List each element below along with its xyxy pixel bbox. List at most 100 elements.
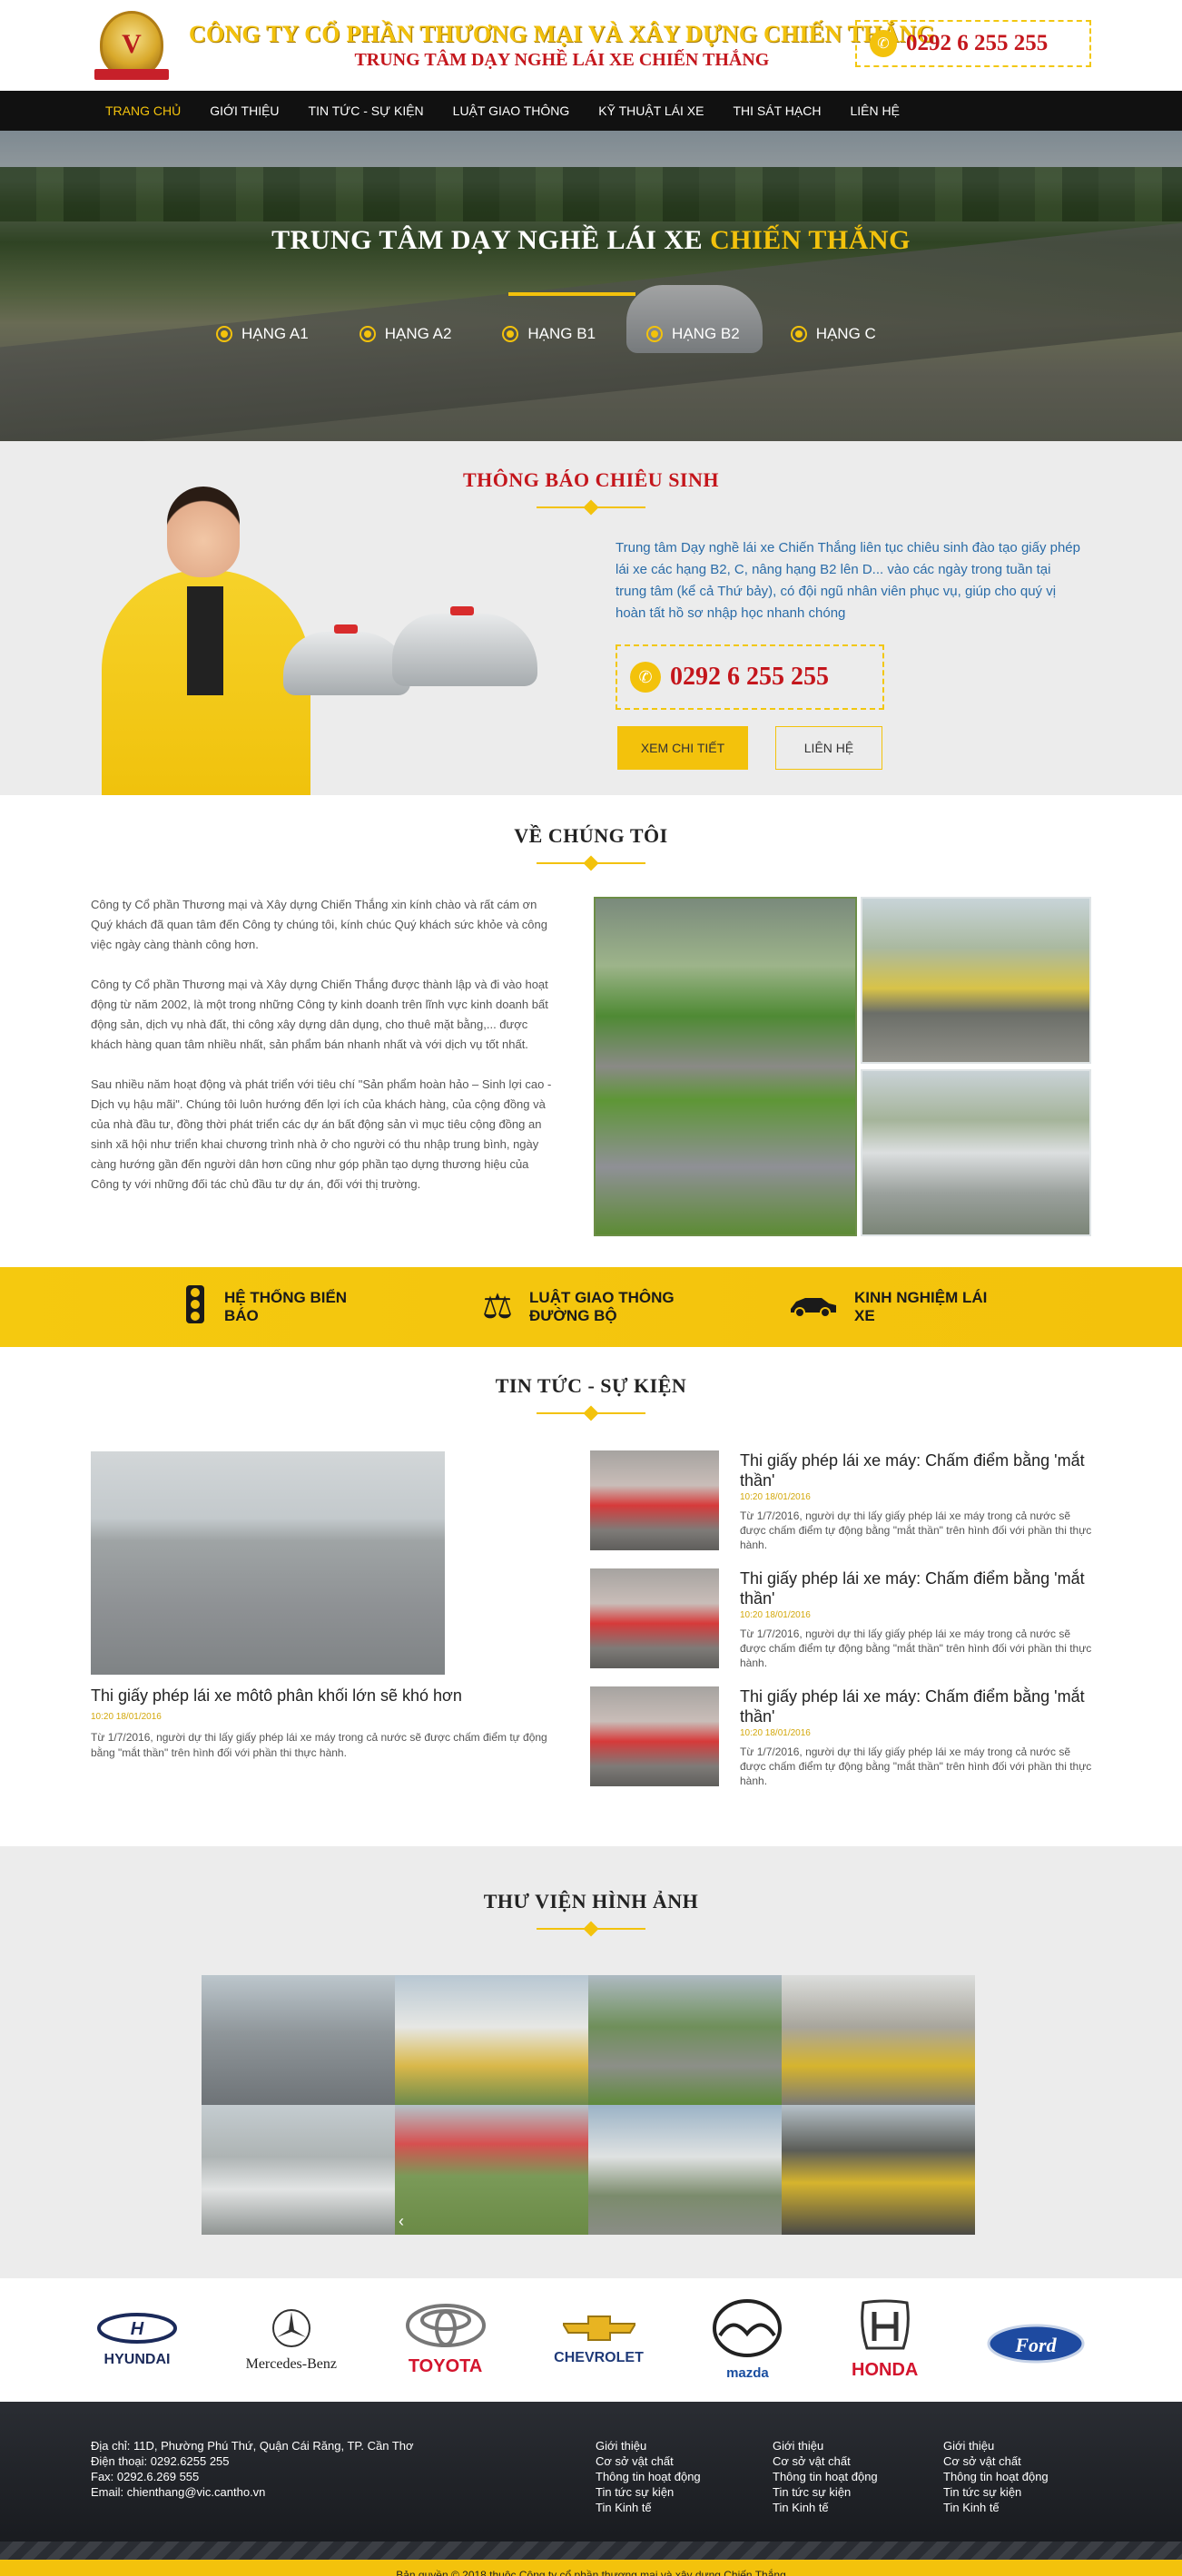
footer-link[interactable]: Thông tin hoạt động [596, 2469, 701, 2484]
nav-item-home[interactable]: TRANG CHỦ [91, 103, 195, 118]
gallery-photo[interactable] [782, 2105, 975, 2235]
section-divider [537, 1922, 645, 1935]
fleet-photo[interactable] [861, 1069, 1091, 1236]
main-nav: TRANG CHỦ GIỚI THIỆU TIN TỨC - SỰ KIỆN L… [0, 91, 1182, 131]
footer-link[interactable]: Tin Kinh tế [773, 2500, 878, 2515]
gallery-grid: ‹ [202, 1975, 975, 2235]
contact-button[interactable]: LIÊN HỆ [775, 726, 882, 770]
feature-driving-experience[interactable]: KINH NGHIỆM LÁI XE [787, 1289, 1000, 1325]
gallery-photo[interactable] [395, 1975, 588, 2105]
category-a2[interactable]: HẠNG A2 [359, 325, 451, 343]
footer-link[interactable]: Cơ sở vật chất [773, 2453, 878, 2469]
footer-link[interactable]: Tin Kinh tế [596, 2500, 701, 2515]
about-paragraph: Công ty Cổ phần Thương mại và Xây dựng C… [91, 898, 548, 951]
category-a1[interactable]: HẠNG A1 [216, 325, 309, 343]
hero-overlay [0, 131, 1182, 441]
copyright: Bản quyền © 2018 thuộc Công ty cổ phần t… [0, 2560, 1182, 2576]
feature-traffic-law[interactable]: ⚖ LUẬT GIAO THÔNG ĐƯỜNG BỘ [482, 1289, 675, 1325]
brand-mercedes[interactable]: Mercedes-Benz [246, 2308, 337, 2373]
news-section: TIN TỨC - SỰ KIỆN Thi giấy phép lái xe m… [0, 1347, 1182, 1846]
news-thumbnail[interactable] [590, 1568, 719, 1668]
car-brands: H HYUNDAI Mercedes-Benz TOYOTA CHEVROLET… [0, 2278, 1182, 2402]
footer-link[interactable]: Tin Kinh tế [943, 2500, 1049, 2515]
svg-text:H: H [131, 2319, 144, 2339]
staff-photo[interactable] [861, 897, 1091, 1064]
view-detail-button[interactable]: XEM CHI TIẾT [617, 726, 748, 770]
footer-link[interactable]: Giới thiệu [596, 2438, 701, 2453]
brand-hyundai[interactable]: H HYUNDAI [96, 2312, 178, 2368]
target-icon [646, 326, 664, 342]
brand-name: Mercedes-Benz [245, 2355, 337, 2372]
hero-title-highlight: CHIẾN THẮNG [710, 225, 911, 255]
news-summary: Từ 1/7/2016, người dự thi lấy giấy phép … [740, 1745, 1092, 1787]
news-item-title[interactable]: Thi giấy phép lái xe máy: Chấm điểm bằng… [740, 1450, 1094, 1490]
feature-label: HỆ THỐNG BIỂN BÁO [224, 1289, 348, 1324]
enrollment-hotline[interactable]: ✆ 0292 6 255 255 [616, 644, 884, 710]
nav-item-driving-technique[interactable]: KỸ THUẬT LÁI XE [584, 103, 718, 118]
news-thumbnail[interactable] [590, 1450, 719, 1550]
gallery-photo[interactable] [202, 1975, 395, 2105]
toyota-logo-icon [405, 2304, 486, 2347]
nav-item-exam[interactable]: THI SÁT HẠCH [718, 103, 835, 118]
header-hotline[interactable]: ✆ 0292 6 255 255 [855, 20, 1091, 67]
nav-item-contact[interactable]: LIÊN HỆ [835, 103, 913, 118]
brand-ford[interactable]: Ford [986, 2324, 1086, 2363]
category-b1[interactable]: HẠNG B1 [502, 325, 596, 343]
footer-fax: Fax: 0292.6.269 555 [91, 2470, 200, 2483]
news-item-title[interactable]: Thi giấy phép lái xe máy: Chấm điểm bằng… [740, 1568, 1094, 1608]
hero-title-main: TRUNG TÂM DẠY NGHỀ LÁI XE [271, 225, 704, 255]
receptionist-shirt [187, 586, 223, 695]
gallery-photo[interactable] [202, 2105, 395, 2235]
company-logo[interactable]: V [91, 7, 172, 84]
footer-link[interactable]: Cơ sở vật chất [596, 2453, 701, 2469]
company-name: CÔNG TY CỔ PHẦN THƯƠNG MẠI VÀ XÂY DỰNG C… [189, 20, 935, 47]
phone-icon: ✆ [870, 30, 897, 57]
footer-link[interactable]: Cơ sở vật chất [943, 2453, 1049, 2469]
footer-link[interactable]: Tin tức sự kiện [943, 2484, 1049, 2500]
gallery-photo[interactable]: ‹ [395, 2105, 588, 2235]
footer-email[interactable]: Email: chienthang@vic.cantho.vn [91, 2484, 414, 2500]
gallery-photo[interactable] [782, 1975, 975, 2105]
footer-link[interactable]: Giới thiệu [943, 2438, 1049, 2453]
category-label: HẠNG A1 [241, 325, 309, 342]
footer-link[interactable]: Thông tin hoạt động [943, 2469, 1049, 2484]
news-list-item[interactable]: Thi giấy phép lái xe máy: Chấm điểm bằng… [590, 1568, 1094, 1669]
nav-item-news[interactable]: TIN TỨC - SỰ KIỆN [294, 103, 438, 118]
news-item-title[interactable]: Thi giấy phép lái xe máy: Chấm điểm bằng… [740, 1686, 1094, 1726]
enrollment-section: THÔNG BÁO CHIÊU SINH Trung tâm Dạy nghề … [0, 441, 1182, 795]
brand-mazda[interactable]: mazda [711, 2299, 783, 2381]
footer-link[interactable]: Thông tin hoạt động [773, 2469, 878, 2484]
gallery-photo[interactable] [588, 2105, 782, 2235]
taxi-image [392, 606, 537, 686]
footer-link[interactable]: Giới thiệu [773, 2438, 878, 2453]
brand-toyota[interactable]: TOYOTA [405, 2303, 487, 2377]
footer-phone[interactable]: Điện thoại: 0292.6255 255 [91, 2453, 414, 2469]
news-main-title[interactable]: Thi giấy phép lái xe môtô phân khối lớn … [91, 1686, 581, 1706]
gallery-prev-arrow[interactable]: ‹ [399, 2212, 404, 2231]
footer-link[interactable]: Tin tức sự kiện [596, 2484, 701, 2500]
nav-item-traffic-law[interactable]: LUẬT GIAO THÔNG [438, 103, 585, 118]
news-summary: Từ 1/7/2016, người dự thi lấy giấy phép … [740, 1627, 1092, 1669]
enrollment-text: Trung tâm Dạy nghề lái xe Chiến Thắng li… [616, 540, 1080, 621]
gallery-photo[interactable] [588, 1975, 782, 2105]
footer-stripe [0, 2542, 1182, 2560]
news-thumbnail[interactable] [590, 1686, 719, 1786]
nav-item-about[interactable]: GIỚI THIỆU [195, 103, 293, 118]
feature-traffic-signs[interactable]: HỆ THỐNG BIỂN BÁO [182, 1284, 369, 1330]
news-main-image[interactable] [91, 1451, 445, 1675]
mazda-logo-icon [713, 2299, 783, 2357]
news-title: TIN TỨC - SỰ KIỆN [495, 1374, 687, 1397]
brand-chevrolet[interactable]: CHEVROLET [554, 2315, 644, 2366]
gallery-section: THƯ VIỆN HÌNH ẢNH ‹ [0, 1846, 1182, 2278]
about-paragraph: Sau nhiều năm hoạt động và phát triển vớ… [91, 1077, 552, 1191]
target-icon [790, 326, 807, 342]
footer-link[interactable]: Tin tức sự kiện [773, 2484, 878, 2500]
news-date: 10:20 18/01/2016 [740, 1492, 811, 1502]
category-c[interactable]: HẠNG C [790, 325, 876, 343]
news-list-item[interactable]: Thi giấy phép lái xe máy: Chấm điểm bằng… [590, 1450, 1094, 1551]
training-ground-photo[interactable] [594, 897, 857, 1236]
footer-links-col-2: Giới thiệu Cơ sở vật chất Thông tin hoạt… [773, 2438, 878, 2515]
news-list-item[interactable]: Thi giấy phép lái xe máy: Chấm điểm bằng… [590, 1686, 1094, 1787]
brand-honda[interactable]: HONDA [852, 2299, 918, 2381]
category-b2[interactable]: HẠNG B2 [646, 325, 740, 343]
